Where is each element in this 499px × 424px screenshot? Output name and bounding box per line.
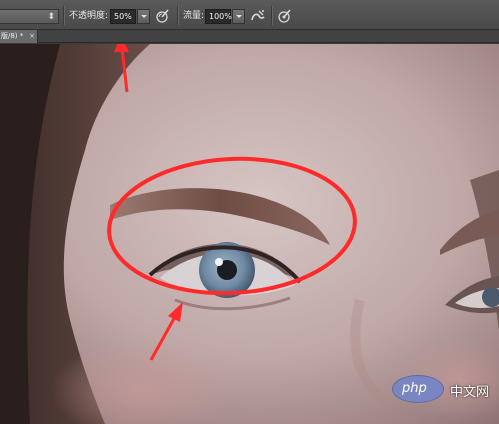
face-photo (0, 44, 499, 424)
toolbar-divider (63, 6, 64, 25)
opacity-input[interactable]: 50% (110, 9, 136, 24)
document-tab[interactable]: 版/8) * × (0, 30, 38, 43)
close-icon[interactable]: × (29, 30, 35, 42)
opacity-label: 不透明度: (69, 11, 109, 21)
opacity-dropdown-button[interactable] (137, 9, 150, 24)
document-tab-bar: 版/8) * × (0, 30, 499, 43)
document-canvas[interactable]: php 中文网 (0, 44, 499, 424)
pressure-size-icon[interactable] (277, 8, 293, 24)
flow-dropdown-button[interactable] (232, 9, 245, 24)
brush-preset-dropdown[interactable]: ⬍ (0, 9, 59, 24)
toolbar-divider (271, 6, 272, 25)
flow-label: 流量: (183, 11, 205, 21)
toolbar-divider (177, 6, 178, 25)
watermark-text: 中文网 (450, 385, 490, 400)
dropdown-arrows-icon: ⬍ (47, 12, 55, 22)
flow-input[interactable]: 100% (205, 9, 232, 24)
pressure-opacity-icon[interactable] (155, 8, 171, 24)
document-tab-title: 版/8) * (1, 32, 24, 40)
php-logo: php (392, 375, 444, 403)
airbrush-icon[interactable] (250, 8, 266, 24)
options-bar: ⬍ 不透明度: 50% 流量: 100% (0, 0, 499, 30)
